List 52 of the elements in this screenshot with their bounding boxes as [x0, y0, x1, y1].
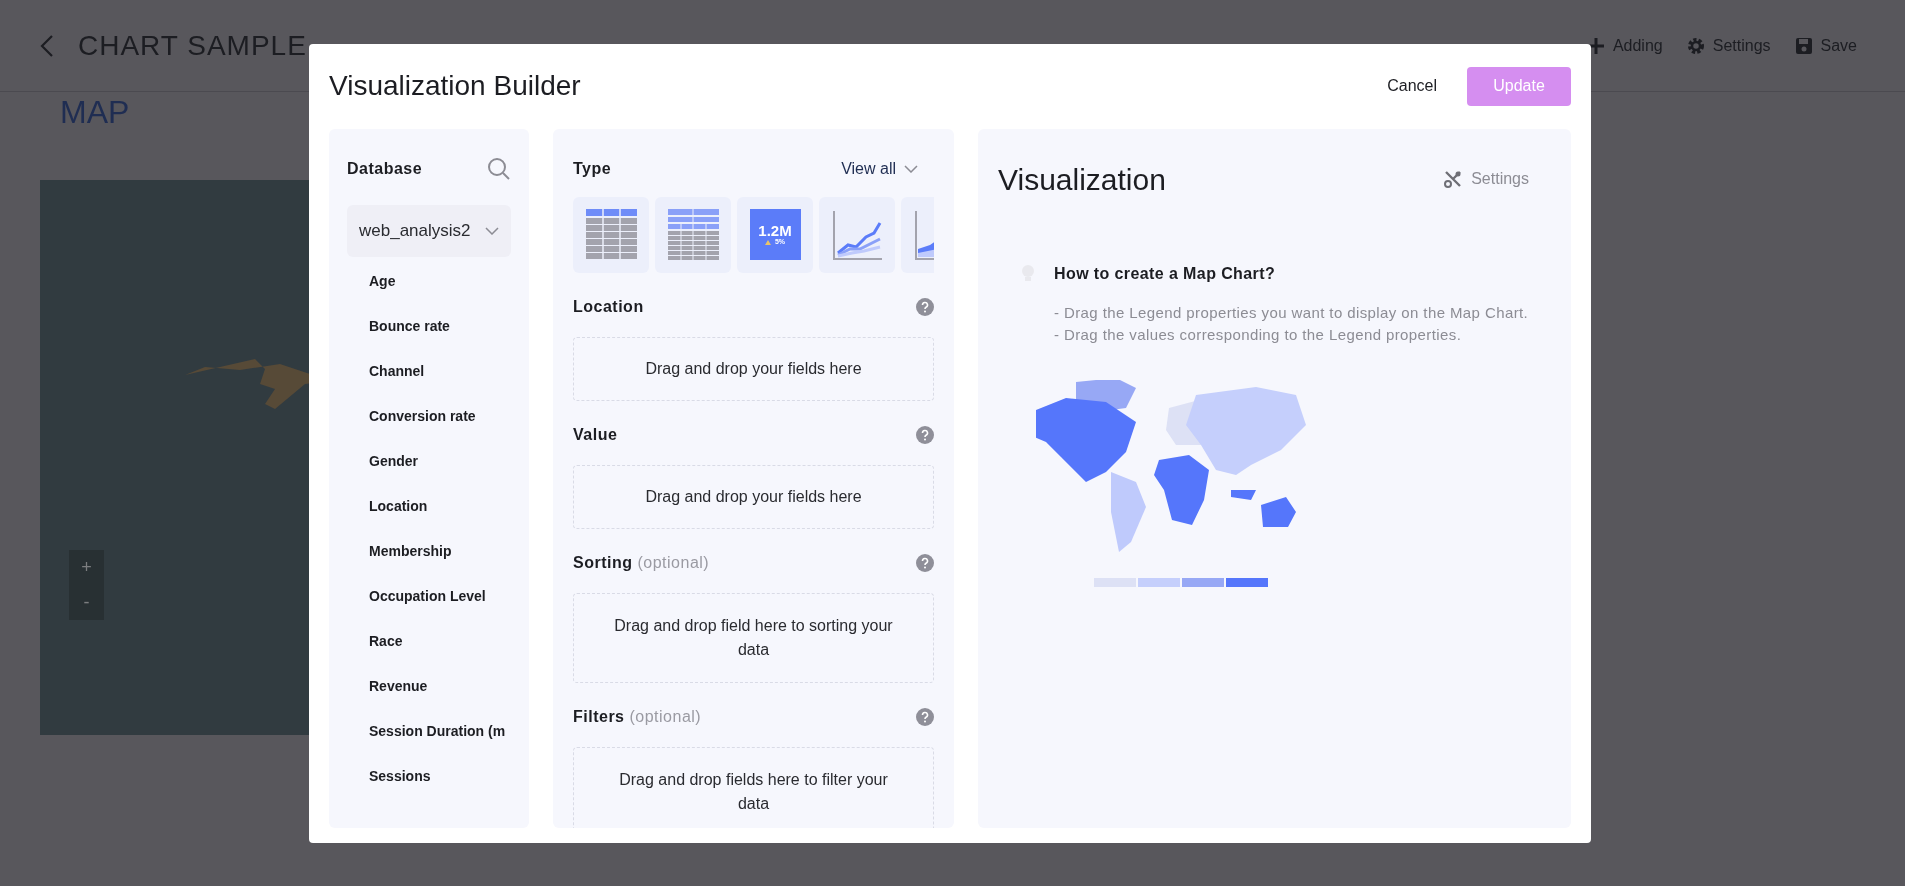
line-chart-icon: [831, 209, 883, 261]
chart-type-tile[interactable]: [819, 196, 895, 273]
field-label: Filters: [573, 707, 625, 725]
help-icon: [916, 425, 934, 444]
chart-type-tile[interactable]: [573, 196, 649, 273]
optional-note: (optional): [637, 553, 710, 571]
field-item[interactable]: Race: [347, 618, 511, 664]
field-label: Value: [573, 424, 618, 445]
help-icon: [916, 707, 934, 726]
gear-icon: [1686, 36, 1705, 55]
field-item[interactable]: Conversion rate: [347, 393, 511, 439]
view-all-link[interactable]: View all: [841, 156, 896, 181]
field-label: Location: [573, 296, 644, 317]
save-icon: [1794, 36, 1813, 55]
drop-zone[interactable]: Drag and drop fields here to filter your data: [573, 746, 934, 828]
drop-zone[interactable]: Drag and drop field here to sorting your data: [573, 592, 934, 683]
field-item[interactable]: Revenue: [347, 663, 511, 709]
field-item[interactable]: Channel: [347, 348, 511, 394]
search-icon[interactable]: [487, 156, 511, 181]
database-dropdown[interactable]: web_analysis2: [347, 204, 511, 257]
field-label: Sorting: [573, 553, 633, 571]
pivot-table-icon: [667, 209, 719, 261]
tools-icon: [1443, 169, 1464, 190]
tip-text: - Drag the Legend properties you want to display on the Map Chart.: [1054, 302, 1529, 323]
cancel-button[interactable]: Cancel: [1381, 73, 1443, 100]
up-triangle-icon: [764, 239, 771, 245]
drop-zone[interactable]: Drag and drop your fields here: [573, 336, 934, 401]
chart-type-tile[interactable]: [655, 196, 731, 273]
field-item[interactable]: Session Duration (m: [347, 708, 511, 754]
dialog-title: Visualization Builder: [329, 69, 581, 104]
optional-note: (optional): [629, 707, 702, 725]
help-icon: [916, 553, 934, 572]
field-item[interactable]: Gender: [347, 438, 511, 484]
field-item[interactable]: Age: [347, 258, 511, 304]
chevron-down-icon: [904, 164, 918, 173]
tip-title: How to create a Map Chart?: [1054, 263, 1277, 284]
field-item[interactable]: Occupation Level: [347, 573, 511, 619]
type-label: Type: [573, 158, 612, 179]
page-title: CHART SAMPLE: [78, 28, 307, 63]
section-title: MAP: [60, 93, 131, 132]
field-item[interactable]: Sessions: [347, 753, 511, 799]
visualization-title: Visualization: [998, 161, 1166, 198]
field-item[interactable]: Membership: [347, 528, 511, 574]
chevron-down-icon: [485, 226, 499, 235]
field-item[interactable]: Location: [347, 483, 511, 529]
drop-zone[interactable]: Drag and drop your fields here: [573, 464, 934, 529]
help-icon: [916, 297, 934, 316]
database-label: Database: [347, 158, 423, 179]
field-item[interactable]: Bounce rate: [347, 303, 511, 349]
tip-text: - Drag the values corresponding to the Legend properties.: [1054, 324, 1463, 345]
kpi-value: 1.2M: [758, 223, 792, 239]
table-chart-icon: [585, 209, 637, 261]
